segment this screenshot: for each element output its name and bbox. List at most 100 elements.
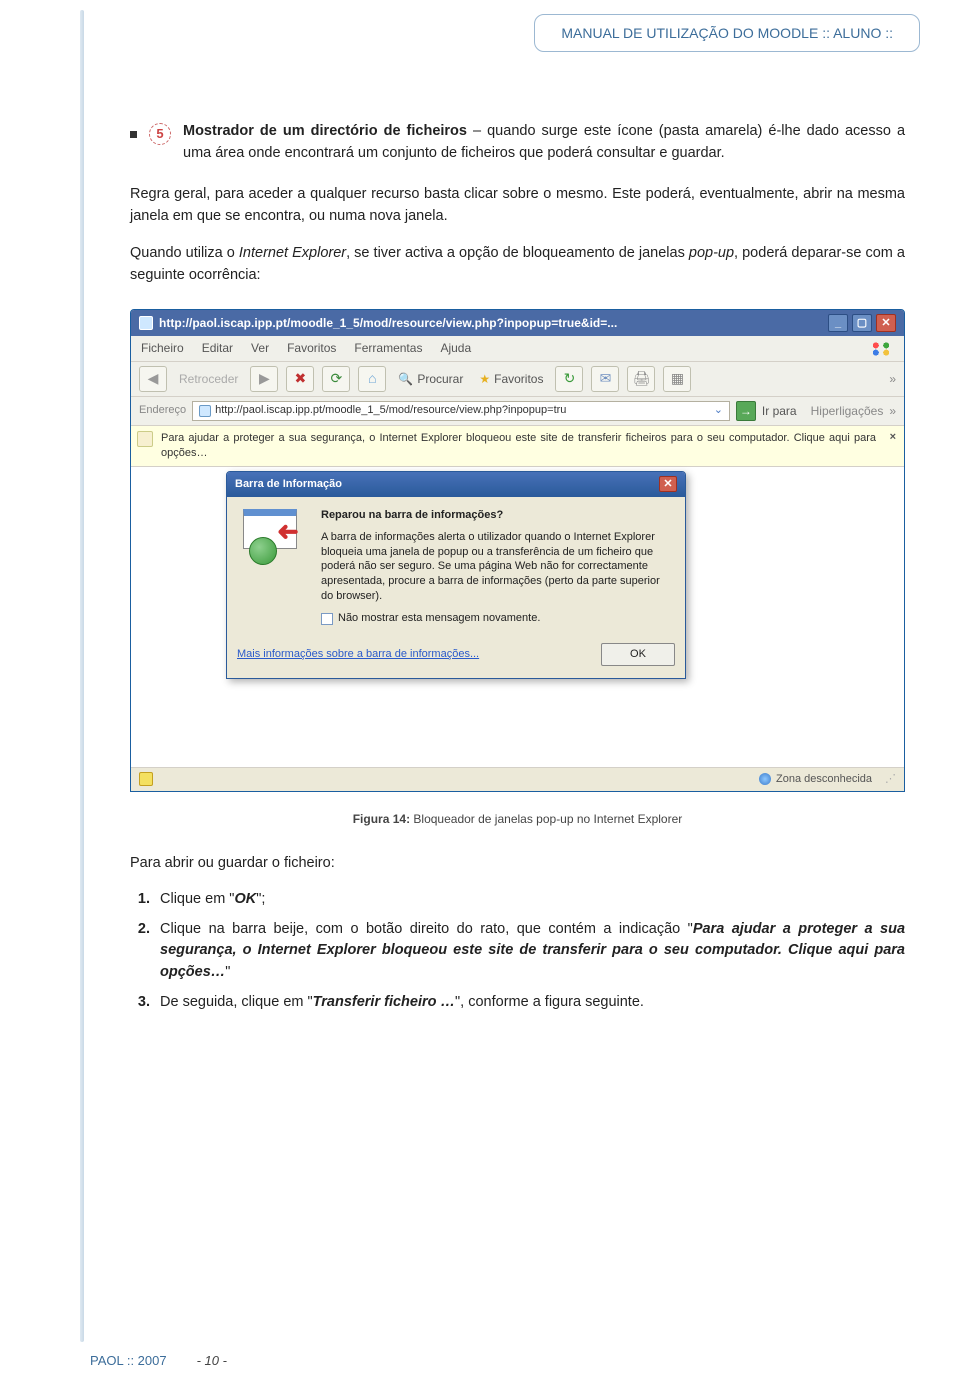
- s2c: ": [225, 964, 230, 980]
- badge-5: 5: [149, 123, 171, 145]
- p2c: , se tiver activa a opção de bloqueament…: [346, 245, 689, 261]
- ie-titlebar: http://paol.iscap.ipp.pt/moodle_1_5/mod/…: [131, 310, 904, 337]
- footer-page: - 10 -: [197, 1353, 227, 1368]
- forward-button[interactable]: ▶: [250, 366, 278, 392]
- figure-caption: Figura 14: Bloqueador de janelas pop-up …: [130, 810, 905, 829]
- s1a: Clique em ": [160, 891, 234, 907]
- dialog-checkbox-row[interactable]: Não mostrar esta mensagem novamente.: [321, 610, 673, 627]
- step-3: De seguida, clique em "Transferir fichei…: [154, 992, 905, 1014]
- bullet-item-5: 5 Mostrador de um directório de ficheiro…: [130, 120, 905, 165]
- maximize-button[interactable]: ▢: [852, 314, 872, 332]
- ok-button[interactable]: OK: [601, 643, 675, 666]
- infobar-close-icon[interactable]: ×: [890, 430, 896, 445]
- ie-information-bar[interactable]: Para ajudar a proteger a sua segurança, …: [131, 426, 904, 467]
- window-buttons: _ ▢ ✕: [828, 314, 896, 332]
- address-label: Endereço: [139, 402, 186, 419]
- footer-left: PAOL :: 2007: [90, 1353, 167, 1368]
- refresh-button[interactable]: ⟳: [322, 366, 350, 392]
- stop-button[interactable]: ✖: [286, 366, 314, 392]
- shield-download-icon: [137, 431, 153, 447]
- page-icon: [139, 316, 153, 330]
- dialog-heading: Reparou na barra de informações?: [321, 507, 673, 524]
- ie-address-bar: Endereço http://paol.iscap.ipp.pt/moodle…: [131, 397, 904, 426]
- page-content: 5 Mostrador de um directório de ficheiro…: [0, 0, 960, 1112]
- menu-editar[interactable]: Editar: [202, 339, 233, 358]
- menu-ficheiro[interactable]: Ficheiro: [141, 339, 184, 358]
- back-button[interactable]: ◀: [139, 366, 167, 392]
- print-button[interactable]: 🖨: [627, 366, 655, 392]
- header-box: MANUAL DE UTILIZAÇÃO DO MOODLE :: ALUNO …: [534, 14, 920, 52]
- globe-icon: [759, 773, 771, 785]
- menu-ajuda[interactable]: Ajuda: [440, 339, 471, 358]
- zone-text: Zona desconhecida: [776, 771, 872, 788]
- minimize-button[interactable]: _: [828, 314, 848, 332]
- dialog-title-text: Barra de Informação: [235, 476, 342, 493]
- links-label[interactable]: Hiperligações: [811, 402, 884, 421]
- search-label: Procurar: [417, 370, 463, 389]
- page-left-border: [80, 10, 84, 1342]
- para-ie-intro: Quando utiliza o Internet Explorer, se t…: [130, 242, 905, 287]
- dropdown-icon[interactable]: ⌄: [714, 402, 723, 419]
- links-overflow-icon[interactable]: »: [889, 402, 896, 421]
- bullet-lead: Mostrador de um directório de ficheiros: [183, 123, 467, 139]
- ie-toolbar: ◀ Retroceder ▶ ✖ ⟳ ⌂ 🔍Procurar ★Favorito…: [131, 362, 904, 397]
- s3a: De seguida, clique em ": [160, 994, 313, 1010]
- ie-title-text: http://paol.iscap.ipp.pt/moodle_1_5/mod/…: [159, 314, 617, 333]
- steps-list: Clique em "OK"; Clique na barra beije, c…: [154, 889, 905, 1014]
- edit-button[interactable]: ▦: [663, 366, 691, 392]
- info-dialog: Barra de Informação ✕ ➜ Reparou na barra…: [226, 471, 686, 679]
- dialog-footer: Mais informações sobre a barra de inform…: [227, 637, 685, 678]
- p2b: Internet Explorer: [239, 245, 346, 261]
- checkbox-icon[interactable]: [321, 613, 333, 625]
- dialog-titlebar: Barra de Informação ✕: [227, 472, 685, 497]
- s3c: ", conforme a figura seguinte.: [455, 994, 644, 1010]
- infobar-text: Para ajudar a proteger a sua segurança, …: [161, 432, 876, 459]
- bullet-text: Mostrador de um directório de ficheiros …: [183, 120, 905, 165]
- go-label: Ir para: [762, 402, 797, 421]
- s1c: ";: [256, 891, 265, 907]
- ie-menu-bar: Ficheiro Editar Ver Favoritos Ferramenta…: [131, 336, 904, 362]
- back-label: Retroceder: [175, 370, 242, 389]
- dialog-close-button[interactable]: ✕: [659, 476, 677, 492]
- go-button[interactable]: →: [736, 401, 756, 421]
- home-button[interactable]: ⌂: [358, 366, 386, 392]
- badge-5-num: 5: [156, 124, 163, 144]
- sub-heading: Para abrir ou guardar o ficheiro:: [130, 852, 905, 874]
- dialog-more-link[interactable]: Mais informações sobre a barra de inform…: [237, 646, 479, 663]
- dialog-text: Reparou na barra de informações? A barra…: [321, 507, 673, 627]
- zone-label: Zona desconhecida ⋰: [759, 771, 896, 788]
- search-group[interactable]: 🔍Procurar: [394, 370, 467, 389]
- ie-body: Barra de Informação ✕ ➜ Reparou na barra…: [131, 467, 904, 767]
- para-rule: Regra geral, para aceder a qualquer recu…: [130, 183, 905, 228]
- s3b: Transferir ficheiro …: [313, 994, 455, 1010]
- windows-flag-icon: [868, 340, 894, 358]
- s2a: Clique na barra beije, com o botão direi…: [160, 921, 693, 937]
- dialog-icon: ➜: [239, 507, 309, 567]
- p2a: Quando utiliza o: [130, 245, 239, 261]
- page-favicon-icon: [199, 405, 211, 417]
- p2d: pop-up: [689, 245, 734, 261]
- menu-ver[interactable]: Ver: [251, 339, 269, 358]
- fav-label: Favoritos: [494, 370, 543, 389]
- page-footer: PAOL :: 2007 - 10 -: [90, 1353, 227, 1368]
- dialog-paragraph: A barra de informações alerta o utilizad…: [321, 530, 673, 604]
- menu-ferramentas[interactable]: Ferramentas: [354, 339, 422, 358]
- address-input[interactable]: http://paol.iscap.ipp.pt/moodle_1_5/mod/…: [192, 401, 730, 421]
- step-2: Clique na barra beije, com o botão direi…: [154, 919, 905, 984]
- menu-favoritos[interactable]: Favoritos: [287, 339, 336, 358]
- caption-lead: Figura 14:: [353, 812, 414, 826]
- bullet-marker: [130, 131, 137, 138]
- close-button[interactable]: ✕: [876, 314, 896, 332]
- mail-button[interactable]: ✉: [591, 366, 619, 392]
- s1b: OK: [234, 891, 256, 907]
- header-text: MANUAL DE UTILIZAÇÃO DO MOODLE :: ALUNO …: [561, 25, 893, 41]
- checkbox-label: Não mostrar esta mensagem novamente.: [338, 610, 540, 627]
- overflow-icon[interactable]: »: [889, 370, 896, 389]
- ie-screenshot: http://paol.iscap.ipp.pt/moodle_1_5/mod/…: [130, 309, 905, 792]
- fav-group[interactable]: ★Favoritos: [475, 370, 547, 389]
- address-value: http://paol.iscap.ipp.pt/moodle_1_5/mod/…: [215, 402, 710, 419]
- ie-status-bar: Zona desconhecida ⋰: [131, 767, 904, 791]
- ie-window: http://paol.iscap.ipp.pt/moodle_1_5/mod/…: [130, 309, 905, 792]
- history-button[interactable]: ↻: [555, 366, 583, 392]
- dialog-body: ➜ Reparou na barra de informações? A bar…: [227, 497, 685, 637]
